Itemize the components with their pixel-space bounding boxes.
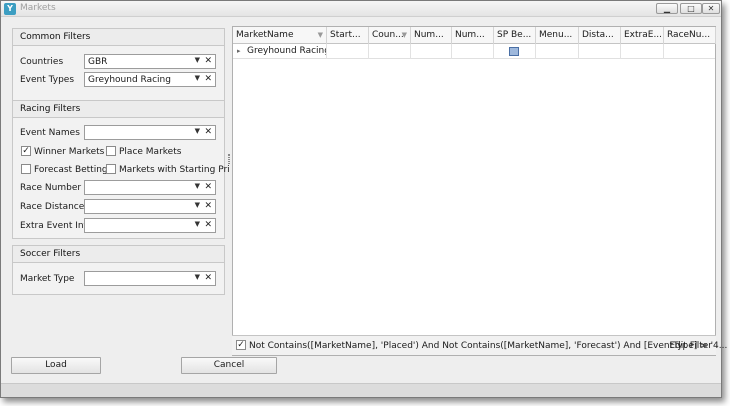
market-type-row: Market Type ▼ ✕ (13, 271, 224, 287)
event-types-value: Greyhound Racing (88, 75, 171, 85)
event-types-row: Event Types Greyhound Racing ▼ ✕ (13, 72, 224, 88)
countries-combo[interactable]: GBR ▼ ✕ (84, 54, 216, 69)
load-button[interactable]: Load (11, 357, 101, 374)
sp-betting-cell[interactable] (494, 44, 536, 59)
clear-icon[interactable]: ✕ (204, 74, 212, 84)
country-cell[interactable] (369, 44, 411, 59)
chevron-down-icon[interactable]: ▼ (195, 201, 200, 209)
column-header[interactable]: RaceNu... (664, 27, 716, 44)
event-types-label: Event Types (20, 75, 75, 85)
race-number-row: Race Number ▼ ✕ (13, 180, 224, 196)
race-distance-row: Race Distance ▼ ✕ (13, 199, 224, 215)
event-types-combo[interactable]: Greyhound Racing ▼ ✕ (84, 72, 216, 87)
soccer-filters-header: Soccer Filters (13, 246, 224, 263)
window-title: Markets (20, 3, 56, 13)
cancel-button[interactable]: Cancel (181, 357, 277, 374)
race-distance-combo[interactable]: ▼ ✕ (84, 199, 216, 214)
chevron-down-icon[interactable]: ▼ (195, 273, 200, 281)
market-checkboxes-row-2: Forecast Betting Markets with Starting P… (13, 162, 230, 178)
chevron-down-icon[interactable]: ▼ (195, 127, 200, 135)
num-cell[interactable] (411, 44, 452, 59)
racing-filters-header: Racing Filters (13, 101, 224, 118)
filter-expression[interactable]: Not Contains([MarketName], 'Placed') And… (249, 341, 727, 351)
column-header[interactable]: MarketName ▼ (233, 27, 327, 44)
soccer-filters-group: Soccer Filters Market Type ▼ ✕ (12, 245, 225, 295)
column-header[interactable]: Start... (327, 27, 369, 44)
place-markets-checkbox[interactable] (106, 146, 116, 156)
extra-event-cell[interactable] (621, 44, 664, 59)
title-bar[interactable]: Y Markets ▁ □ ✕ (1, 1, 721, 17)
edit-filter-link[interactable]: Edit Filter (669, 341, 712, 351)
markets-window: Y Markets ▁ □ ✕ Common Filters Countries… (0, 0, 727, 398)
start-cell[interactable] (327, 44, 369, 59)
race-number-combo[interactable]: ▼ ✕ (84, 180, 216, 195)
clear-icon[interactable]: ✕ (204, 201, 212, 211)
menu-cell[interactable] (536, 44, 579, 59)
column-header[interactable]: Coun... ▼ (369, 27, 411, 44)
filter-icon[interactable]: ▼ (318, 27, 323, 44)
market-checkboxes-row-1: ✓ Winner Markets Place Markets (13, 144, 224, 160)
clear-icon[interactable]: ✕ (204, 273, 212, 283)
column-header[interactable]: Dista... (579, 27, 621, 44)
winner-markets-checkbox[interactable]: ✓ (21, 146, 31, 156)
column-header[interactable]: Menu... (536, 27, 579, 44)
column-header[interactable]: SP Be... (494, 27, 536, 44)
distance-cell[interactable] (579, 44, 621, 59)
race-number-cell[interactable] (664, 44, 716, 59)
column-header[interactable]: ExtraE... (621, 27, 664, 44)
grid-header: MarketName ▼ Start... Coun... ▼ Num... Num… (233, 27, 716, 44)
countries-label: Countries (20, 57, 64, 67)
extra-event-info-row: Extra Event Info ▼ ✕ (13, 218, 224, 234)
market-type-combo[interactable]: ▼ ✕ (84, 271, 216, 286)
markets-grid[interactable]: MarketName ▼ Start... Coun... ▼ Num... Num… (232, 26, 716, 356)
extra-event-info-label: Extra Event Info (20, 221, 93, 231)
place-markets-label[interactable]: Place Markets (119, 147, 181, 157)
common-filters-header: Common Filters (13, 29, 224, 46)
event-names-combo[interactable]: ▼ ✕ (84, 125, 216, 140)
clear-icon[interactable]: ✕ (204, 56, 212, 66)
forecast-betting-checkbox[interactable] (21, 164, 31, 174)
extra-event-info-combo[interactable]: ▼ ✕ (84, 218, 216, 233)
clear-icon[interactable]: ✕ (204, 220, 212, 230)
chevron-down-icon[interactable]: ▼ (195, 74, 200, 82)
winner-markets-label[interactable]: Winner Markets (34, 147, 104, 157)
common-filters-group: Common Filters Countries GBR ▼ ✕ Event T… (12, 28, 225, 103)
clear-icon[interactable]: ✕ (204, 182, 212, 192)
column-header[interactable]: Num... (452, 27, 494, 44)
check-icon: ✓ (237, 340, 245, 350)
starting-price-checkbox[interactable] (106, 164, 116, 174)
num-cell[interactable] (452, 44, 494, 59)
panel-splitter[interactable] (228, 154, 230, 164)
filter-icon[interactable]: ▼ (402, 27, 407, 44)
column-header[interactable]: Num... (411, 27, 452, 44)
grid-icon (509, 47, 519, 56)
table-row[interactable]: ▸ Greyhound Racing (233, 44, 715, 59)
expand-icon[interactable]: ▸ (237, 44, 241, 59)
close-button[interactable]: ✕ (702, 3, 720, 14)
starting-price-label[interactable]: Markets with Starting Pri (119, 165, 230, 175)
event-names-label: Event Names (20, 128, 80, 138)
market-type-label: Market Type (20, 274, 75, 284)
race-number-label: Race Number (20, 183, 82, 193)
racing-filters-group: Racing Filters Event Names ▼ ✕ ✓ Winner … (12, 100, 230, 239)
event-names-row: Event Names ▼ ✕ (13, 125, 224, 141)
check-icon: ✓ (22, 146, 30, 156)
status-bar (1, 383, 721, 397)
chevron-down-icon[interactable]: ▼ (195, 56, 200, 64)
forecast-betting-label[interactable]: Forecast Betting (34, 165, 108, 175)
countries-row: Countries GBR ▼ ✕ (13, 54, 224, 70)
clear-icon[interactable]: ✕ (204, 127, 212, 137)
minimize-button[interactable]: ▁ (656, 3, 678, 14)
market-name-cell[interactable]: ▸ Greyhound Racing (233, 44, 327, 59)
filter-enabled-checkbox[interactable]: ✓ (236, 340, 246, 350)
app-icon: Y (4, 3, 16, 15)
maximize-button[interactable]: □ (680, 3, 702, 14)
chevron-down-icon[interactable]: ▼ (195, 182, 200, 190)
chevron-down-icon[interactable]: ▼ (195, 220, 200, 228)
countries-value: GBR (88, 57, 108, 67)
race-distance-label: Race Distance (20, 202, 85, 212)
filter-bar: ✓ Not Contains([MarketName], 'Placed') A… (232, 335, 727, 355)
